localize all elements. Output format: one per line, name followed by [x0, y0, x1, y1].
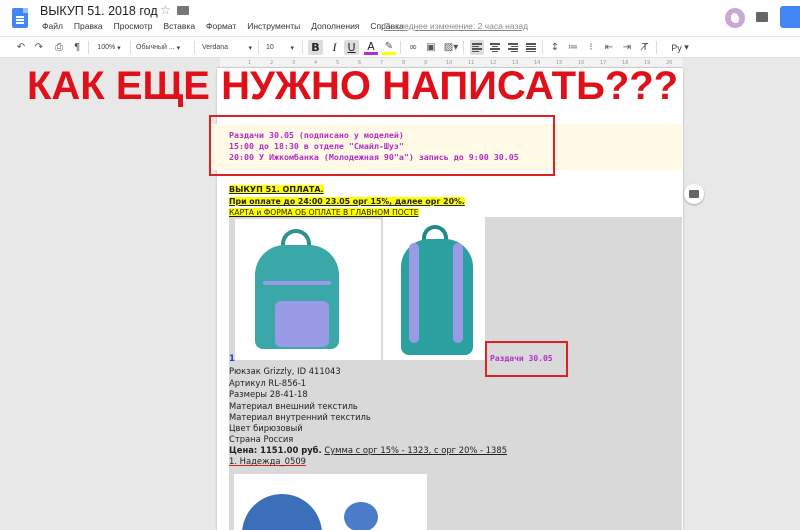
menu-item-tools[interactable]: Инструменты — [247, 21, 300, 31]
product-price: Цена: 1151.00 руб. Сумма с орг 15% - 132… — [229, 445, 507, 455]
align-center-icon[interactable] — [488, 40, 502, 55]
font-select[interactable]: Verdana ▾ — [202, 40, 252, 55]
decrease-indent-icon[interactable]: ⇤ — [602, 40, 616, 55]
comments-icon[interactable] — [756, 12, 768, 22]
backpack-back-image — [387, 221, 479, 357]
increase-indent-icon[interactable]: ⇥ — [620, 40, 634, 55]
text-color-button[interactable]: A — [364, 40, 378, 55]
input-tools-button[interactable]: Ру ▾ — [662, 40, 698, 55]
title-bar: ВЫКУП 51. 2018 год ☆ Файл Правка Просмот… — [0, 0, 800, 36]
product-color: Цвет бирюзовый — [229, 423, 303, 433]
item-number: 1 — [229, 354, 235, 364]
product-name: Рюкзак Grizzly, ID 411043 — [229, 366, 341, 376]
numbered-list-icon[interactable]: ≔ — [566, 40, 580, 55]
share-button[interactable] — [780, 6, 800, 28]
menu-item-view[interactable]: Просмотр — [114, 21, 153, 31]
menu-item-format[interactable]: Формат — [206, 21, 236, 31]
product-photo-shoes[interactable] — [234, 474, 427, 530]
menu-item-addons[interactable]: Дополнения — [311, 21, 359, 31]
product-material-outer: Материал внешний текстиль — [229, 401, 358, 411]
underline-button[interactable]: U — [344, 40, 359, 55]
bulleted-list-icon[interactable]: ⁝ — [584, 40, 598, 55]
menu-bar: Файл Правка Просмотр Вставка Формат Инст… — [42, 21, 404, 31]
print-icon[interactable]: ⎙ — [52, 40, 66, 55]
add-comment-toolbar-icon[interactable]: ▣ — [424, 40, 438, 55]
folder-icon[interactable] — [177, 6, 189, 15]
payment-terms: При оплате до 24:00 23.05 орг 15%, далее… — [229, 197, 465, 206]
payment-heading: ВЫКУП 51. ОПЛАТА. — [229, 185, 324, 194]
language-value: Ру — [671, 42, 682, 53]
product-material-inner: Материал внутренний текстиль — [229, 412, 371, 422]
font-size-value: 10 — [266, 44, 274, 51]
style-value: Обычный ... — [136, 44, 175, 51]
font-value: Verdana — [202, 44, 229, 51]
bold-button[interactable]: B — [308, 40, 323, 55]
menu-item-insert[interactable]: Вставка — [163, 21, 195, 31]
style-select[interactable]: Обычный ... ▾ — [136, 40, 188, 55]
add-comment-icon[interactable] — [684, 184, 704, 204]
font-size-select[interactable]: 10 ▾ — [266, 40, 294, 55]
align-left-icon[interactable] — [470, 40, 484, 55]
highlight-icon[interactable]: ✎ — [382, 40, 396, 55]
price-detail: Сумма с орг 15% - 1323, с орг 20% - 1385 — [324, 445, 508, 455]
undo-icon[interactable]: ↶ — [14, 40, 28, 55]
redo-icon[interactable]: ↷ — [32, 40, 46, 55]
price-label: Цена: 1151.00 руб. — [229, 445, 322, 455]
menu-item-file[interactable]: Файл — [42, 21, 63, 31]
overlay-caption: КАК ЕЩЕ НУЖНО НАПИСАТЬ??? — [27, 64, 679, 108]
product-article: Артикул RL-856-1 — [229, 378, 307, 388]
align-right-icon[interactable] — [506, 40, 520, 55]
insert-image-icon[interactable]: ▨▾ — [442, 40, 460, 55]
star-icon[interactable]: ☆ — [160, 3, 171, 17]
zoom-value: 100% — [97, 44, 116, 51]
avatar[interactable] — [725, 8, 745, 28]
shoe-detail-image — [344, 502, 378, 530]
italic-button[interactable]: I — [327, 40, 342, 55]
buyer-entry: 1. Надежда_0509 — [229, 456, 306, 466]
menu-item-edit[interactable]: Правка — [74, 21, 103, 31]
paint-format-icon[interactable]: ¶ — [70, 40, 84, 55]
product-photo-back[interactable] — [383, 217, 485, 360]
product-photo-front[interactable] — [235, 219, 381, 360]
shoe-image — [242, 494, 322, 530]
annotation-box — [209, 115, 555, 176]
backpack-image — [241, 227, 351, 352]
google-docs-icon[interactable] — [12, 8, 28, 28]
annotation-box — [485, 341, 568, 377]
align-justify-icon[interactable] — [524, 40, 538, 55]
link-icon[interactable]: ∞ — [406, 40, 420, 55]
line-spacing-icon[interactable]: ↕ — [548, 40, 562, 55]
last-edit-link[interactable]: Последнее изменение: 2 часа назад — [384, 21, 528, 31]
document-title[interactable]: ВЫКУП 51. 2018 год — [40, 4, 158, 18]
zoom-select[interactable]: 100% ▾ — [94, 40, 124, 55]
clear-formatting-icon[interactable]: T̸ — [638, 40, 652, 55]
product-sizes: Размеры 28-41-18 — [229, 389, 308, 399]
toolbar: ↶ ↷ ⎙ ¶ 100% ▾ Обычный ... ▾ Verdana ▾ 10… — [0, 36, 800, 58]
payment-link[interactable]: КАРТА и ФОРМА ОБ ОПЛАТЕ В ГЛАВНОМ ПОСТЕ — [229, 208, 419, 217]
product-country: Страна Россия — [229, 434, 294, 444]
